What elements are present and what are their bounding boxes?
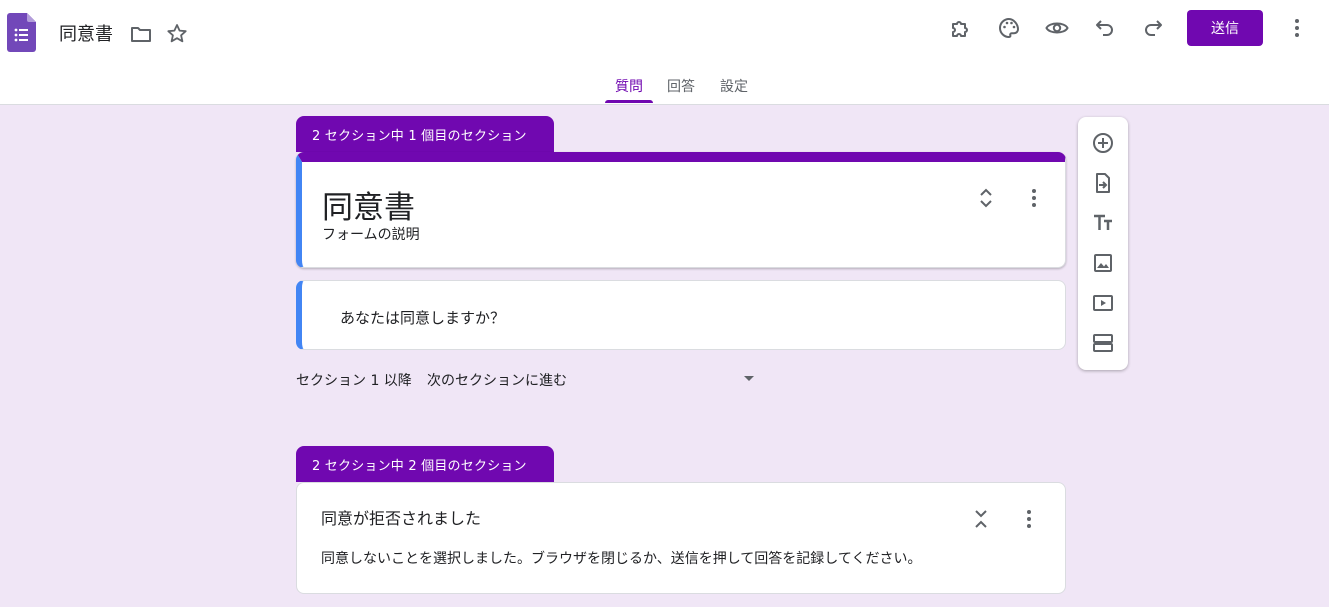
after-section-select[interactable]: 次のセクションに進む [427, 370, 567, 390]
section-1-tab: 2 セクション中 1 個目のセクション [296, 116, 554, 152]
question-card[interactable]: あなたは同意しますか？ [296, 280, 1066, 350]
tab-responses[interactable]: 回答 [667, 76, 695, 96]
import-questions-icon[interactable] [1091, 171, 1115, 195]
section-2-tab: 2 セクション中 2 個目のセクション [296, 446, 554, 482]
more-vert-icon[interactable] [1022, 186, 1046, 210]
add-image-icon[interactable] [1091, 251, 1115, 275]
document-title[interactable]: 同意書 [59, 20, 113, 46]
undo-icon[interactable] [1093, 16, 1117, 40]
question-text[interactable]: あなたは同意しますか？ [340, 307, 505, 328]
section-title[interactable]: 同意が拒否されました [321, 505, 481, 529]
add-question-icon[interactable] [1091, 131, 1115, 155]
collapse-expand-icon[interactable] [974, 186, 998, 210]
section-2-card[interactable]: 同意が拒否されました 同意しないことを選択しました。ブラウザを閉じるか、送信を押… [296, 482, 1066, 594]
google-forms-logo-icon[interactable] [7, 13, 36, 52]
add-title-icon[interactable] [1091, 211, 1115, 235]
more-vert-icon[interactable] [1017, 507, 1041, 531]
section-description[interactable]: 同意しないことを選択しました。ブラウザを閉じるか、送信を押して回答を記録してくだ… [321, 548, 921, 568]
more-vert-icon[interactable] [1285, 16, 1309, 40]
add-video-icon[interactable] [1091, 291, 1115, 315]
palette-icon[interactable] [997, 16, 1021, 40]
preview-icon[interactable] [1045, 16, 1069, 40]
floating-toolbar [1078, 117, 1128, 370]
star-icon[interactable] [165, 22, 189, 46]
tab-settings[interactable]: 設定 [720, 76, 748, 96]
send-button[interactable]: 送信 [1187, 10, 1263, 46]
app-header: 同意書 送信 質問 回答 設定 [0, 0, 1329, 105]
collapse-expand-icon[interactable] [969, 507, 993, 531]
active-tab-indicator [605, 100, 653, 103]
add-section-icon[interactable] [1091, 331, 1115, 355]
form-title-card[interactable]: 同意書 フォームの説明 [296, 152, 1066, 268]
redo-icon[interactable] [1141, 16, 1165, 40]
tab-questions[interactable]: 質問 [615, 76, 643, 96]
after-section-label: セクション 1 以降 [296, 373, 412, 389]
form-title[interactable]: 同意書 [322, 182, 415, 227]
form-description[interactable]: フォームの説明 [322, 224, 420, 244]
addon-icon[interactable] [949, 16, 973, 40]
folder-icon[interactable] [129, 22, 153, 46]
dropdown-arrow-icon[interactable] [744, 376, 754, 381]
